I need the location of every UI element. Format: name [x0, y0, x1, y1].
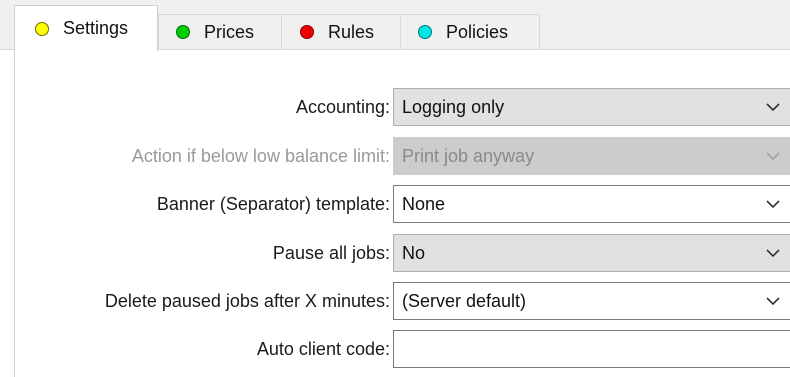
accounting-value: Logging only	[402, 97, 505, 117]
pause-all-jobs-label: Pause all jobs:	[272, 243, 390, 263]
low-balance-action-row: Action if below low balance limit: Print…	[15, 137, 790, 175]
auto-client-code-field[interactable]	[393, 330, 790, 368]
accounting-row: Accounting: Logging only	[15, 88, 790, 126]
chevron-down-icon	[766, 200, 780, 209]
low-balance-action-dropdown: Print job anyway	[393, 137, 790, 175]
chevron-down-icon	[766, 249, 780, 258]
green-circle-icon	[176, 25, 190, 39]
chevron-down-icon	[766, 297, 780, 306]
accounting-dropdown[interactable]: Logging only	[393, 88, 790, 126]
auto-client-code-row: Auto client code:	[15, 330, 790, 368]
banner-template-value: None	[402, 194, 446, 214]
tab-strip: Settings Prices Rules Policies	[0, 0, 790, 51]
tab-policies[interactable]: Policies	[400, 14, 540, 49]
delete-paused-jobs-row: Delete paused jobs after X minutes: (Ser…	[15, 282, 790, 320]
tab-prices-label: Prices	[204, 21, 255, 42]
auto-client-code-label: Auto client code:	[256, 339, 390, 359]
auto-client-code-input[interactable]	[394, 331, 790, 367]
pause-all-jobs-row: Pause all jobs: No	[15, 234, 790, 272]
yellow-circle-icon	[35, 21, 49, 36]
delete-paused-jobs-value: (Server default)	[402, 291, 527, 311]
banner-template-dropdown[interactable]: None	[393, 185, 790, 223]
chevron-down-icon	[766, 152, 780, 161]
tab-settings[interactable]: Settings	[14, 5, 158, 51]
red-circle-icon	[300, 25, 314, 39]
cyan-circle-icon	[418, 25, 432, 39]
chevron-down-icon	[766, 103, 780, 112]
banner-template-label: Banner (Separator) template:	[156, 194, 390, 214]
pause-all-jobs-dropdown[interactable]: No	[393, 234, 790, 272]
tab-settings-label: Settings	[63, 18, 129, 38]
delete-paused-jobs-label: Delete paused jobs after X minutes:	[104, 291, 390, 311]
printer-properties-window: Settings Prices Rules Policies Accountin…	[0, 0, 790, 377]
tab-rules-label: Rules	[328, 21, 375, 42]
settings-panel: Accounting: Logging only Action if below…	[14, 50, 790, 377]
tab-rules[interactable]: Rules	[281, 14, 401, 49]
accounting-label: Accounting:	[295, 97, 390, 117]
delete-paused-jobs-dropdown[interactable]: (Server default)	[393, 282, 790, 320]
banner-template-row: Banner (Separator) template: None	[15, 185, 790, 223]
tab-policies-label: Policies	[446, 21, 509, 42]
tab-prices[interactable]: Prices	[158, 14, 282, 49]
low-balance-action-value: Print job anyway	[402, 146, 535, 166]
pause-all-jobs-value: No	[402, 243, 426, 263]
low-balance-action-label: Action if below low balance limit:	[131, 146, 390, 166]
